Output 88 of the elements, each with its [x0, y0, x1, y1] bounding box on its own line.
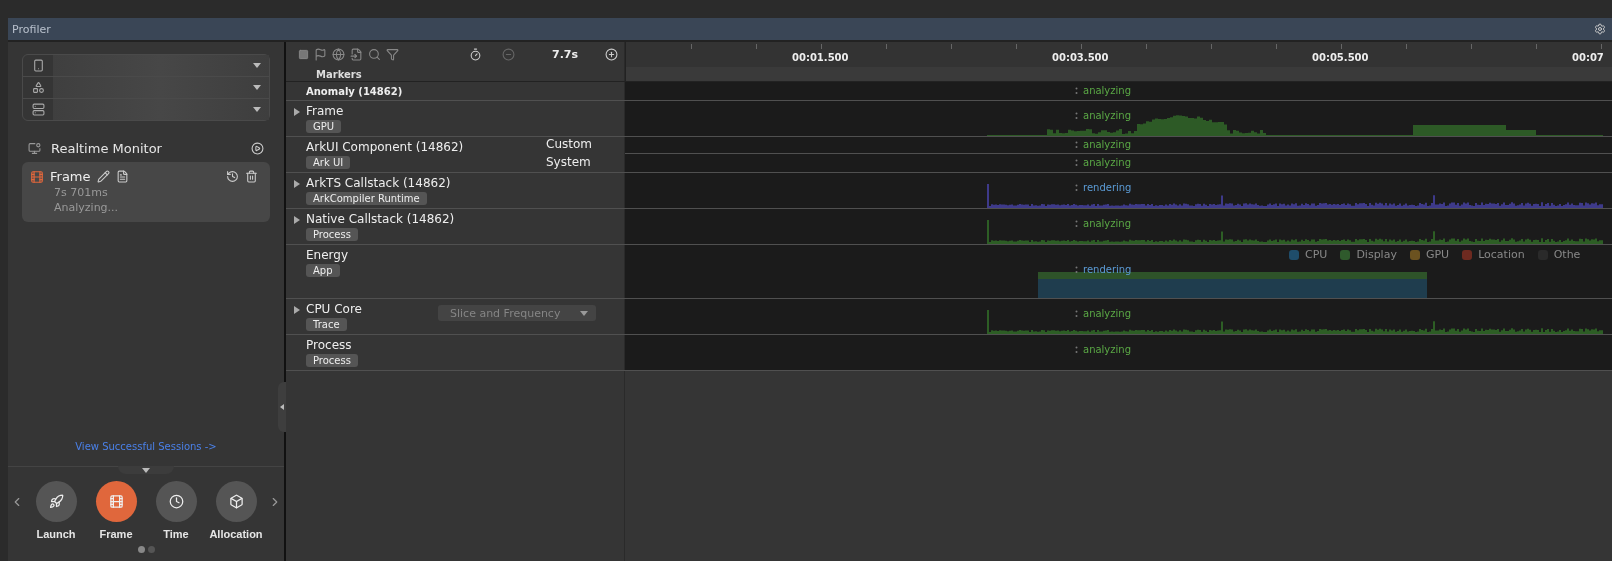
spinner-icon — [1075, 219, 1078, 228]
track-tag: Process — [306, 354, 358, 367]
status-label: analyzing — [1083, 218, 1131, 229]
legend-label: Location — [1478, 248, 1525, 261]
filter-icon[interactable] — [386, 48, 399, 61]
zoom-level: 7.7s — [552, 48, 579, 61]
caret-icon — [142, 467, 150, 473]
spinner-icon — [1075, 86, 1078, 95]
settings-icon[interactable] — [1594, 23, 1606, 35]
spinner-icon — [1075, 345, 1078, 354]
status-label: rendering — [1083, 264, 1132, 275]
status-label: analyzing — [1083, 110, 1131, 121]
track-tag: GPU — [306, 120, 342, 133]
legend-label: Othe — [1553, 248, 1581, 261]
session-status: Analyzing... — [54, 201, 120, 214]
phone-icon — [31, 59, 45, 72]
film-icon — [108, 494, 124, 509]
zoom-in-icon[interactable] — [605, 48, 619, 61]
panel-title: Profiler — [12, 22, 51, 36]
spinner-icon — [1075, 111, 1078, 120]
rocket-icon — [48, 494, 64, 509]
track-name: ArkTS Callstack (14862) — [306, 176, 451, 190]
spinner-icon — [1075, 309, 1078, 318]
import-icon[interactable] — [350, 48, 363, 61]
flag-icon[interactable] — [314, 48, 327, 61]
trash-icon[interactable] — [245, 170, 258, 183]
spinner-icon — [1075, 183, 1078, 192]
realtime-monitor-label: Realtime Monitor — [51, 141, 163, 156]
spinner-icon — [1075, 158, 1078, 167]
expand-arrow-icon[interactable] — [294, 108, 300, 116]
cube-icon — [228, 494, 244, 509]
ruler-label: 00:05.500 — [1312, 52, 1369, 63]
track-name: CPU Core — [306, 302, 362, 316]
shapes-icon — [31, 81, 45, 94]
document-icon[interactable] — [115, 170, 129, 183]
track-name: Process — [306, 338, 352, 352]
spinner-icon — [1075, 265, 1078, 274]
spinner-icon — [1075, 140, 1078, 149]
ruler-label: 00:03.500 — [1052, 52, 1109, 63]
expand-arrow-icon[interactable] — [294, 180, 300, 188]
session-duration: 7s 701ms — [54, 186, 109, 199]
stop-icon[interactable] — [298, 49, 309, 60]
track-tag: ArkCompiler Runtime — [306, 192, 427, 205]
track-name: Energy — [306, 248, 348, 262]
track-name: ArkUI Component (14862) — [306, 140, 464, 154]
expand-arrow-icon[interactable] — [294, 216, 300, 224]
ruler-label: 00:01.500 — [792, 52, 849, 63]
legend-label: Display — [1356, 248, 1397, 261]
track-name: Anomaly (14862) — [306, 85, 403, 97]
session-name: Frame — [50, 169, 91, 184]
legend-label: CPU — [1305, 248, 1328, 261]
status-label: analyzing — [1083, 308, 1131, 319]
track-name: Native Callstack (14862) — [306, 212, 455, 226]
pencil-icon[interactable] — [96, 170, 110, 183]
status-label: rendering — [1083, 182, 1132, 193]
clock-icon — [168, 494, 184, 509]
track-tag: Trace — [306, 318, 347, 331]
status-label: analyzing — [1083, 157, 1131, 168]
play-icon[interactable] — [251, 142, 264, 155]
caret-icon — [253, 107, 261, 112]
side-collapse-handle[interactable] — [278, 382, 286, 432]
collapse-handle[interactable] — [118, 466, 174, 474]
legend-label: GPU — [1425, 248, 1450, 261]
markers-label: Markers — [316, 68, 362, 80]
track-tag: Ark UI — [306, 156, 351, 169]
caret-icon — [580, 310, 588, 316]
timer-icon[interactable] — [469, 48, 482, 61]
lane-label: Custom — [546, 136, 592, 153]
history-icon[interactable] — [226, 170, 239, 183]
status-label: analyzing — [1083, 139, 1131, 150]
page-dot[interactable] — [147, 546, 155, 553]
expand-arrow-icon[interactable] — [294, 306, 300, 314]
stack-icon — [31, 103, 45, 116]
film-icon — [30, 169, 44, 184]
monitor-icon — [28, 142, 41, 155]
lane-label: System — [546, 154, 592, 171]
status-label: analyzing — [1083, 344, 1131, 355]
caret-icon — [253, 63, 261, 68]
track-name: Frame — [306, 104, 344, 118]
ruler-label: 00:07 — [1572, 52, 1604, 63]
page-dot[interactable] — [137, 546, 145, 553]
search-icon[interactable] — [368, 48, 381, 61]
track-tag: App — [306, 264, 340, 277]
status-label: analyzing — [1083, 85, 1131, 96]
track-tag: Process — [306, 228, 358, 241]
session-card[interactable]: Frame 7s 701ms Analyzing... — [22, 162, 270, 222]
globe-icon[interactable] — [332, 48, 345, 61]
caret-icon — [253, 85, 261, 90]
